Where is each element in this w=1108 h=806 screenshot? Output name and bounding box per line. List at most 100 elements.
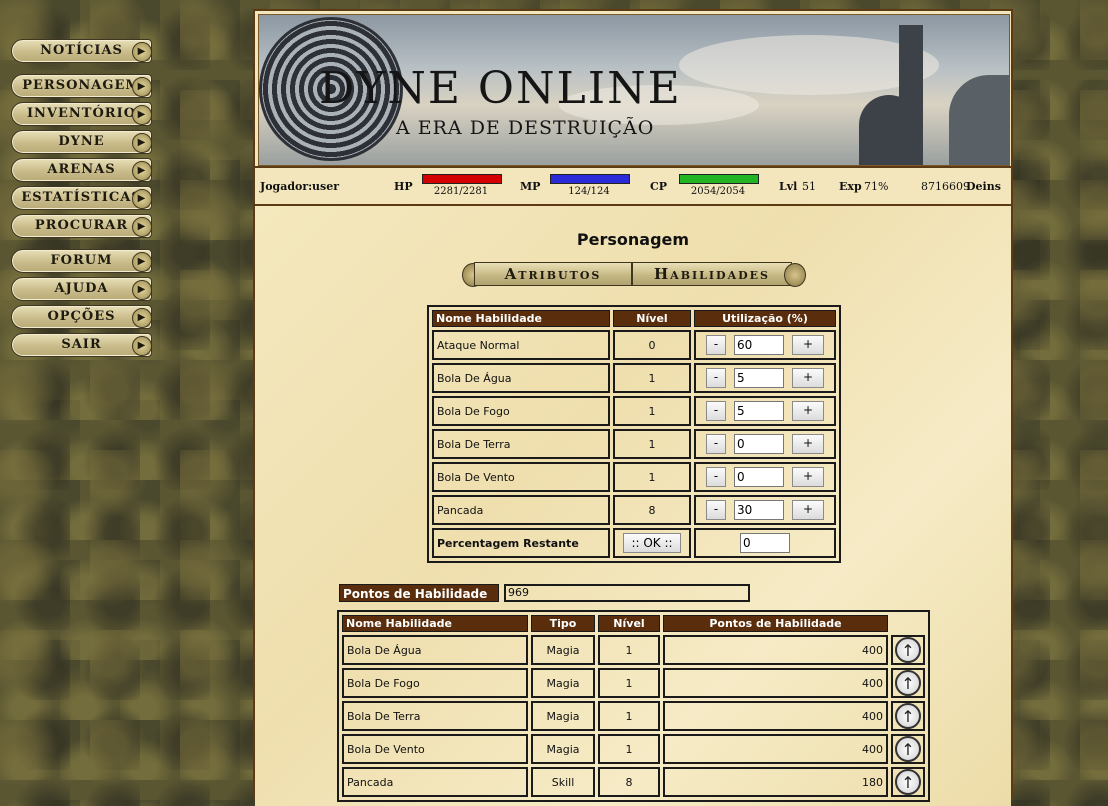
skill-points-value: 969 [504, 584, 750, 602]
upgrade-cell: ↑ [891, 635, 925, 665]
skill-name: Bola De Água [432, 363, 610, 393]
menu-sair[interactable]: Sair ▶ [11, 333, 152, 357]
skill-type: Skill [531, 767, 595, 797]
remaining-input[interactable] [740, 533, 790, 553]
skill-points: 400 [663, 668, 888, 698]
menu-label: Opções [47, 309, 116, 324]
usage-cell: -+ [694, 396, 836, 426]
skill-type: Magia [531, 734, 595, 764]
remaining-cell [694, 528, 836, 558]
cp-bar-fill [680, 175, 758, 183]
arrow-right-icon: ▶ [132, 161, 152, 181]
tab-atributos[interactable]: Atributos [474, 262, 632, 286]
usage-cell: -+ [694, 330, 836, 360]
tab-habilidades[interactable]: Habilidades [632, 262, 792, 286]
decrease-button[interactable]: - [706, 467, 726, 487]
menu-dyne[interactable]: Dyne ▶ [11, 130, 152, 154]
skill-name: Bola De Água [342, 635, 528, 665]
skill-points-label: Pontos de Habilidade [339, 584, 499, 602]
game-banner: DYNE ONLINE A ERA DE DESTRUIÇÃO [258, 14, 1010, 166]
player-name: user [312, 180, 339, 193]
table-row: Bola De Vento Magia 1 400 ↑ [342, 734, 925, 764]
usage-input[interactable] [734, 335, 784, 355]
increase-button[interactable]: + [792, 434, 824, 454]
skill-level: 8 [598, 767, 660, 797]
cp-label: CP [650, 180, 668, 193]
menu-ajuda[interactable]: Ajuda ▶ [11, 277, 152, 301]
decrease-button[interactable]: - [706, 401, 726, 421]
rock-decoration [949, 75, 1009, 165]
decrease-button[interactable]: - [706, 500, 726, 520]
ok-button[interactable]: :: OK :: [623, 533, 681, 553]
hp-bar-fill [423, 175, 501, 183]
usage-input[interactable] [734, 434, 784, 454]
skill-name: Bola De Fogo [342, 668, 528, 698]
menu-noticias[interactable]: Notícias ▶ [11, 39, 152, 63]
decrease-button[interactable]: - [706, 335, 726, 355]
increase-button[interactable]: + [792, 467, 824, 487]
decrease-button[interactable]: - [706, 434, 726, 454]
remaining-label: Percentagem Restante [432, 528, 610, 558]
skill-name: Bola De Terra [432, 429, 610, 459]
skill-level: 1 [613, 462, 691, 492]
menu-arenas[interactable]: Arenas ▶ [11, 158, 152, 182]
deins-label: Deins [966, 180, 1001, 193]
usage-input[interactable] [734, 500, 784, 520]
col-header-type: Tipo [531, 615, 595, 632]
arrow-up-icon[interactable]: ↑ [895, 769, 921, 795]
usage-input[interactable] [734, 368, 784, 388]
increase-button[interactable]: + [792, 401, 824, 421]
table-row: Bola De Água Magia 1 400 ↑ [342, 635, 925, 665]
content-area: Personagem Atributos Habilidades Nome Ha… [255, 206, 1011, 806]
tab-cap-right-icon [784, 263, 806, 287]
menu-label: Arenas [47, 162, 116, 177]
skill-level: 0 [613, 330, 691, 360]
arrow-up-icon[interactable]: ↑ [895, 637, 921, 663]
menu-personagem[interactable]: Personagem ▶ [11, 74, 152, 98]
game-subtitle: A ERA DE DESTRUIÇÃO [396, 117, 655, 139]
menu-label: Procurar [34, 218, 129, 233]
arrow-right-icon: ▶ [132, 252, 152, 272]
hp-bar [422, 174, 502, 184]
usage-cell: -+ [694, 363, 836, 393]
increase-button[interactable]: + [792, 368, 824, 388]
mp-bar [550, 174, 630, 184]
increase-button[interactable]: + [792, 500, 824, 520]
table-row: Bola De Água 1 -+ [432, 363, 836, 393]
skill-level: 1 [598, 701, 660, 731]
usage-input[interactable] [734, 401, 784, 421]
table-header-row: Nome Habilidade Tipo Nível Pontos de Hab… [342, 615, 925, 632]
menu-label: Notícias [40, 43, 123, 58]
arrow-right-icon: ▶ [132, 217, 152, 237]
skill-type: Magia [531, 635, 595, 665]
menu-inventorio[interactable]: Inventório ▶ [11, 102, 152, 126]
arrow-right-icon: ▶ [132, 133, 152, 153]
arrow-up-icon[interactable]: ↑ [895, 670, 921, 696]
table-row: Bola De Terra 1 -+ [432, 429, 836, 459]
menu-procurar[interactable]: Procurar ▶ [11, 214, 152, 238]
cp-value: 2054/2054 [690, 186, 746, 197]
menu-label: Inventório [26, 106, 137, 121]
skill-level: 1 [598, 734, 660, 764]
arrow-up-icon[interactable]: ↑ [895, 703, 921, 729]
menu-estatisticas[interactable]: Estatísticas ▶ [11, 186, 152, 210]
table-row: Bola De Fogo 1 -+ [432, 396, 836, 426]
skill-level: 1 [598, 668, 660, 698]
col-header-usage: Utilização (%) [694, 310, 836, 327]
arrow-right-icon: ▶ [132, 308, 152, 328]
skill-points-row: Pontos de Habilidade 969 [339, 584, 751, 602]
status-bar: Jogador: user HP 2281/2281 MP 124/124 CP… [255, 166, 1011, 206]
menu-forum[interactable]: Forum ▶ [11, 249, 152, 273]
usage-input[interactable] [734, 467, 784, 487]
arrow-right-icon: ▶ [132, 77, 152, 97]
usage-cell: -+ [694, 429, 836, 459]
rock-decoration [859, 95, 919, 165]
menu-opcoes[interactable]: Opções ▶ [11, 305, 152, 329]
skill-points: 400 [663, 701, 888, 731]
increase-button[interactable]: + [792, 335, 824, 355]
decrease-button[interactable]: - [706, 368, 726, 388]
col-header-name: Nome Habilidade [342, 615, 528, 632]
ok-cell: :: OK :: [613, 528, 691, 558]
arrow-up-icon[interactable]: ↑ [895, 736, 921, 762]
menu-label: Personagem [22, 78, 141, 93]
